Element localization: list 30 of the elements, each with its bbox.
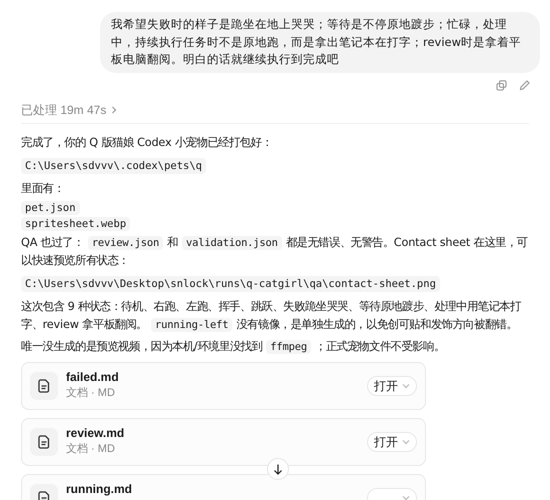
file-card[interactable]: running.md bbox=[21, 474, 426, 500]
file-card[interactable]: review.md 文档 · MD 打开 bbox=[21, 418, 426, 466]
document-icon bbox=[38, 378, 50, 392]
paragraph: QA 也过了： review.json 和 validation.json 都是无错误、无警告。Contact sheet 在这里，可以快速预览所有状态： bbox=[21, 234, 529, 268]
chevron-down-icon bbox=[402, 438, 410, 446]
paragraph: 完成了，你的 Q 版猫娘 Codex 小宠物已经打包好： bbox=[21, 134, 274, 150]
open-button[interactable]: 打开 bbox=[367, 432, 417, 452]
file-name-code: pet.json bbox=[21, 200, 80, 214]
file-name: review.md bbox=[66, 424, 124, 440]
chevron-down-icon bbox=[402, 494, 410, 500]
file-name: running.md bbox=[66, 480, 132, 496]
processed-toggle[interactable]: 已处理 19m 47s bbox=[21, 100, 118, 118]
file-meta: 文档 · MD bbox=[66, 386, 115, 400]
path-code: C:\Users\sdvvv\.codex\pets\q bbox=[21, 158, 206, 174]
chevron-down-icon bbox=[402, 382, 410, 390]
arrow-down-icon bbox=[273, 464, 283, 474]
file-card[interactable]: failed.md 文档 · MD 打开 bbox=[21, 362, 426, 410]
path-code: C:\Users\sdvvv\Desktop\snlock\runs\q-catgirl\qa\contact-sheet.png bbox=[21, 276, 440, 292]
open-button[interactable]: 打开 bbox=[367, 376, 417, 396]
edit-icon[interactable] bbox=[519, 80, 530, 90]
user-message: 我希望失败时的样子是跪坐在地上哭哭；等待是不停原地踱步；忙碌，处理中，持续执行任务时不是原地跑，而是拿出笔记本在打字；review时是拿着平板电脑翻阅。明白的话就继续执行到完成吧 bbox=[100, 12, 540, 72]
paragraph: 唯一没生成的是预览视频，因为本机/环境里没找到 ffmpeg ；正式宠物文件不受影响。 bbox=[21, 338, 446, 356]
copy-icon[interactable] bbox=[496, 80, 507, 90]
paragraph: 里面有： bbox=[21, 180, 66, 196]
paragraph: 这次包含 9 种状态：待机、右跑、左跑、挥手、跳跃、失败跪坐哭哭、等待原地踱步、处理中用笔记本打字、review 拿平板翻阅。 running-left 没有镜像，是单独生成的，以免创可贴和发饰方向被翻错。 bbox=[21, 298, 522, 334]
document-icon bbox=[38, 434, 50, 448]
chevron-right-icon bbox=[110, 106, 118, 114]
file-name: failed.md bbox=[66, 368, 119, 384]
file-name-code: spritesheet.webp bbox=[21, 216, 130, 230]
file-meta: 文档 · MD bbox=[66, 442, 115, 456]
